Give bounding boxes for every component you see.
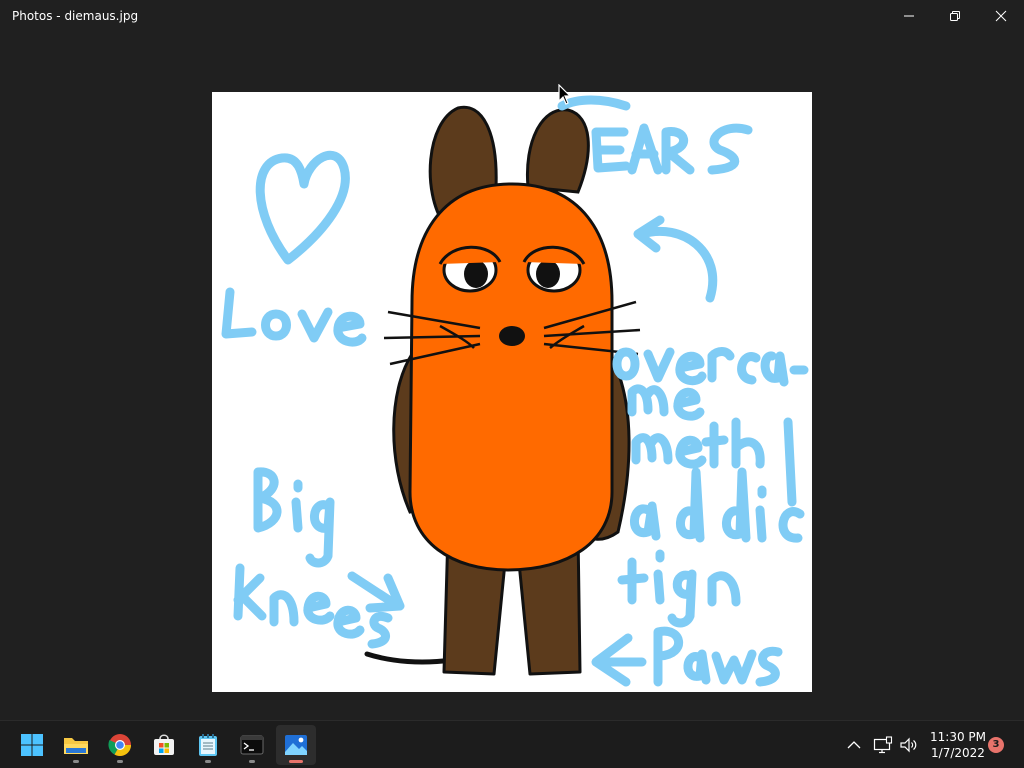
clock-date: 1/7/2022	[931, 746, 985, 760]
taskbar-notepad[interactable]	[188, 725, 228, 765]
running-indicator	[249, 760, 255, 763]
minimize-icon	[904, 15, 914, 17]
close-icon	[995, 10, 1007, 22]
window-title: Photos - diemaus.jpg	[12, 9, 139, 23]
notepad-icon	[199, 734, 217, 756]
running-indicator	[73, 760, 79, 763]
windows-start-icon	[21, 734, 43, 756]
photo-viewer[interactable]	[0, 32, 1024, 720]
restore-button[interactable]	[932, 0, 978, 32]
taskbar: 11:30 PM 1/7/2022 3	[0, 720, 1024, 768]
taskbar-file-explorer[interactable]	[56, 725, 96, 765]
notification-badge[interactable]: 3	[988, 737, 1004, 753]
running-indicator	[205, 760, 211, 763]
active-indicator	[289, 760, 303, 763]
clock-time: 11:30 PM	[930, 730, 986, 744]
restore-icon	[950, 11, 960, 21]
chrome-icon	[108, 734, 131, 756]
folder-icon	[64, 738, 88, 754]
taskbar-photos[interactable]	[276, 725, 316, 765]
volume-icon	[900, 737, 917, 753]
show-hidden-icons-button[interactable]	[838, 725, 870, 765]
running-indicator	[117, 760, 123, 763]
taskbar-chrome[interactable]	[100, 725, 140, 765]
taskbar-terminal[interactable]	[232, 725, 272, 765]
store-icon	[154, 734, 174, 755]
title-bar: Photos - diemaus.jpg	[0, 0, 1024, 32]
network-icon	[873, 736, 893, 754]
chevron-up-icon	[847, 741, 861, 749]
clock[interactable]: 11:30 PM 1/7/2022	[928, 729, 988, 761]
taskbar-start-button[interactable]	[12, 725, 52, 765]
photo-image[interactable]	[212, 92, 812, 692]
annotated-mouse-drawing	[221, 95, 809, 687]
terminal-icon	[240, 735, 264, 755]
mouse-cursor-icon	[558, 84, 572, 105]
close-button[interactable]	[978, 0, 1024, 32]
photos-icon	[285, 735, 307, 755]
taskbar-store[interactable]	[144, 725, 184, 765]
volume-button[interactable]	[894, 725, 924, 765]
minimize-button[interactable]	[886, 0, 932, 32]
